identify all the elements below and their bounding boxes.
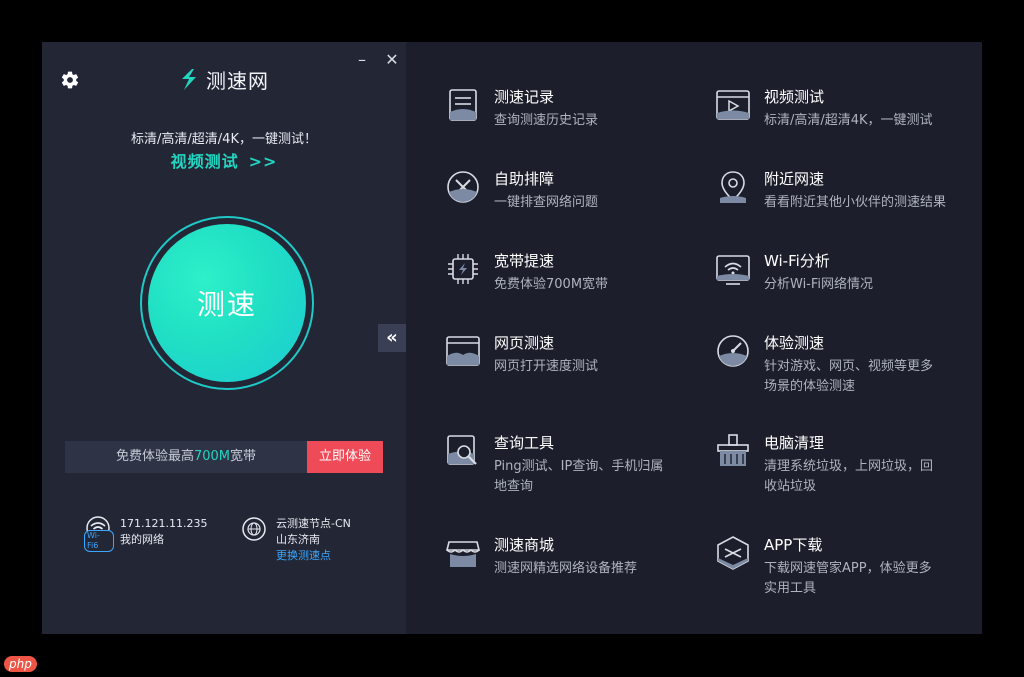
feature-broadband-boost[interactable]: 宽带提速 免费体验700M宽带	[444, 250, 608, 295]
feature-title: 网页测速	[494, 334, 555, 352]
feature-desc: 一键排查网络问题	[494, 195, 599, 210]
feature-panel: 测速记录 查询测速历史记录 视频测试 标清/高清/超清4K，一键测试 自助排障 …	[406, 42, 982, 634]
feature-desc: 看看附近其他小伙伴的测速结果	[764, 195, 947, 210]
repair-icon	[447, 171, 479, 203]
start-speed-test-button[interactable]: 测速	[148, 224, 306, 382]
chip-icon	[448, 254, 478, 284]
php-watermark: php	[4, 656, 37, 672]
video-icon	[716, 90, 750, 120]
feature-desc: 针对游戏、网页、视频等更多场景的体验测速	[764, 359, 934, 394]
feature-desc: 下载网速管家APP，体验更多实用工具	[764, 561, 932, 596]
feature-desc: 测速网精选网络设备推荐	[494, 561, 638, 576]
wifi-analysis-icon	[716, 255, 750, 285]
network-info: Wi-Fi6 171.121.11.235 我的网络	[84, 516, 207, 552]
settings-gear-icon[interactable]	[60, 70, 80, 90]
feature-query-tools[interactable]: 查询工具 Ping测试、IP查询、手机归属地查询	[444, 432, 672, 497]
feature-title: 测速记录	[494, 88, 555, 106]
minimize-button[interactable]: –	[354, 52, 370, 68]
feature-desc: 免费体验700M宽带	[494, 277, 609, 292]
app-brand: 测速网	[178, 65, 269, 94]
promo-text: 免费体验最高700M宽带	[65, 441, 307, 473]
double-chevron-right-icon: >>	[248, 152, 278, 171]
node-city: 山东济南	[276, 533, 320, 546]
app-icon	[717, 536, 749, 570]
tagline: 标清/高清/超清/4K，一键测试！	[131, 132, 317, 147]
promo-text-pre: 免费体验最高	[115, 449, 194, 464]
feature-desc: 清理系统垃圾，上网垃圾，回收站垃圾	[764, 459, 934, 494]
feature-nearby-speed[interactable]: 附近网速 看看附近其他小伙伴的测速结果	[714, 168, 946, 213]
feature-title: 附近网速	[764, 170, 825, 188]
feature-desc: 分析Wi-Fi网络情况	[764, 277, 874, 292]
promo-text-post: 宽带	[230, 449, 257, 464]
feature-desc: 查询测速历史记录	[494, 113, 599, 128]
feature-desc: 网页打开速度测试	[494, 359, 599, 374]
feature-experience-speed[interactable]: 体验测速 针对游戏、网页、视频等更多场景的体验测速	[714, 332, 934, 397]
globe-icon	[242, 517, 266, 541]
change-node-link[interactable]: 更换测速点	[276, 548, 351, 564]
feature-title: 宽带提速	[494, 252, 555, 270]
record-icon	[449, 89, 477, 121]
video-test-link[interactable]: 视频测试 >>	[42, 148, 406, 172]
ip-address: 171.121.11.235	[120, 517, 208, 530]
collapse-panel-button[interactable]: «	[378, 324, 406, 352]
feature-title: Wi-Fi分析	[764, 252, 830, 270]
feature-desc: Ping测试、IP查询、手机归属地查询	[494, 459, 664, 494]
feature-title: 查询工具	[494, 434, 555, 452]
feature-speed-record[interactable]: 测速记录 查询测速历史记录	[444, 86, 598, 131]
feature-title: APP下载	[764, 536, 823, 554]
feature-title: 自助排障	[494, 170, 555, 188]
gauge-icon	[717, 335, 749, 367]
feature-wifi-analysis[interactable]: Wi-Fi分析 分析Wi-Fi网络情况	[714, 250, 873, 295]
feature-title: 体验测速	[764, 334, 825, 352]
speed-test-label: 测速	[196, 288, 257, 321]
shop-icon	[445, 541, 481, 567]
my-network-label: 我的网络	[120, 533, 164, 546]
webpage-icon	[446, 336, 480, 366]
feature-title: 电脑清理	[764, 434, 825, 452]
feature-self-repair[interactable]: 自助排障 一键排查网络问题	[444, 168, 598, 213]
feature-webpage-speed[interactable]: 网页测速 网页打开速度测试	[444, 332, 598, 377]
feature-pc-cleanup[interactable]: 电脑清理 清理系统垃圾，上网垃圾，回收站垃圾	[714, 432, 944, 497]
app-name: 测速网	[206, 69, 269, 93]
promo-banner: 免费体验最高700M宽带 立即体验	[65, 441, 383, 473]
close-button[interactable]: ✕	[384, 52, 400, 68]
feature-desc: 标清/高清/超清4K，一键测试	[764, 113, 933, 128]
wifi6-badge: Wi-Fi6	[84, 530, 114, 552]
node-info: 云测速节点-CN 山东济南 更换测速点	[240, 516, 351, 564]
feature-title: 视频测试	[764, 88, 825, 106]
left-panel: 测速网 – ✕ 标清/高清/超清/4K，一键测试！ 视频测试 >> 测速 免费体验…	[42, 42, 406, 634]
promo-text-highlight: 700M	[193, 449, 231, 464]
try-now-button[interactable]: 立即体验	[307, 441, 383, 473]
search-tool-icon	[447, 435, 477, 465]
app-window: 测速网 – ✕ 标清/高清/超清/4K，一键测试！ 视频测试 >> 测速 免费体验…	[42, 42, 982, 634]
video-test-label: 视频测试	[170, 152, 239, 171]
node-name: 云测速节点-CN	[276, 517, 351, 530]
broom-icon	[717, 434, 749, 466]
feature-speed-shop[interactable]: 测速商城 测速网精选网络设备推荐	[444, 534, 637, 579]
feature-title: 测速商城	[494, 536, 555, 554]
feature-app-download[interactable]: APP下载 下载网速管家APP，体验更多实用工具	[714, 534, 944, 599]
location-icon	[720, 171, 746, 203]
feature-video-test[interactable]: 视频测试 标清/高清/超清4K，一键测试	[714, 86, 933, 131]
speedtest-logo-icon	[182, 68, 196, 90]
